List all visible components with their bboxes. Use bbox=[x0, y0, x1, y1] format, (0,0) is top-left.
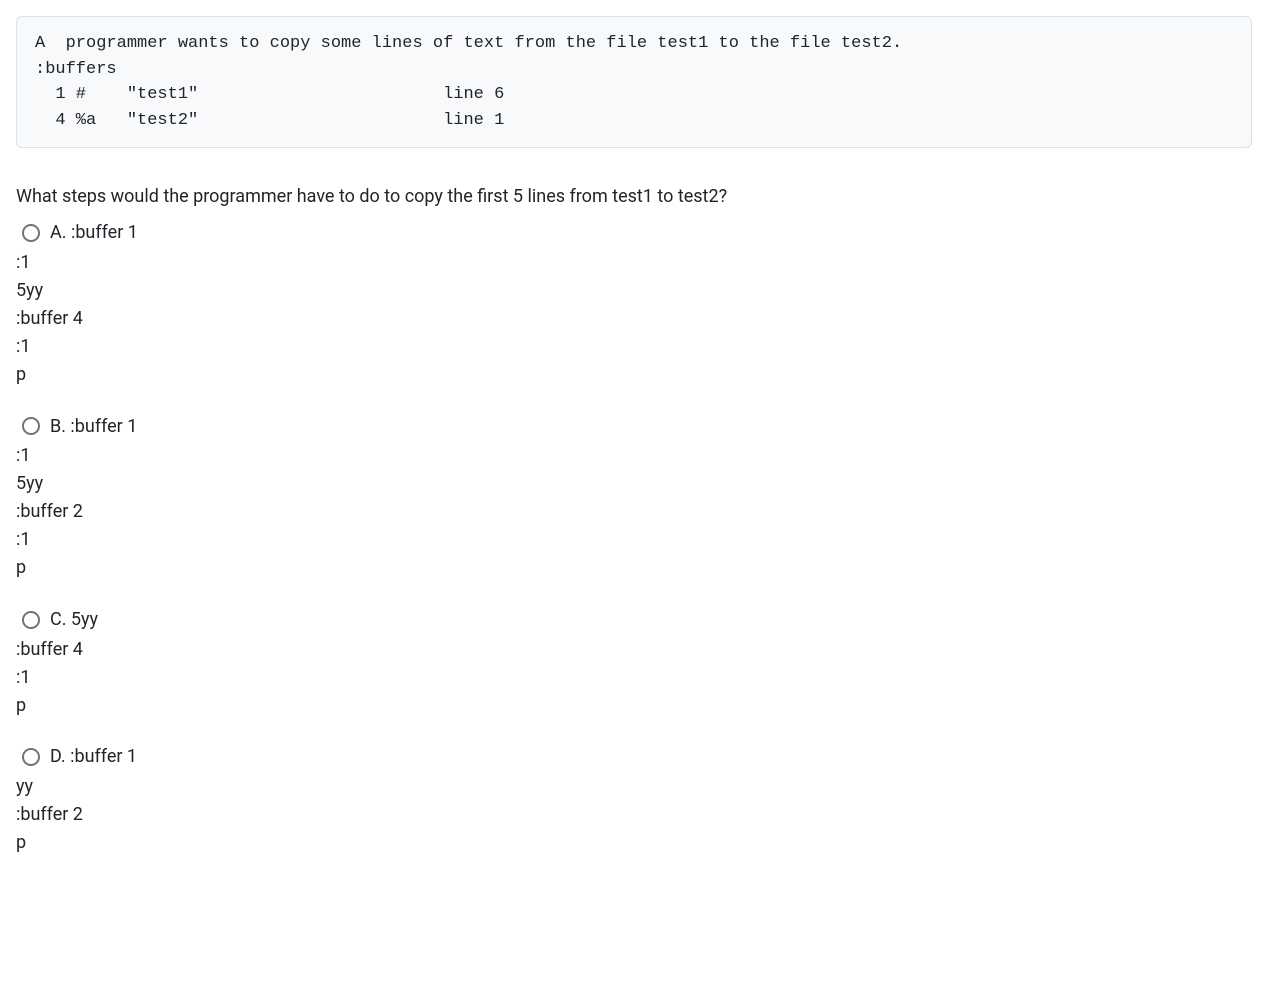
option-a: A. :buffer 1 :1 5yy :buffer 4 :1 p bbox=[16, 219, 1252, 388]
option-d-rest: yy :buffer 2 p bbox=[16, 773, 1252, 857]
radio-d[interactable] bbox=[22, 748, 40, 766]
option-a-rest: :1 5yy :buffer 4 :1 p bbox=[16, 249, 1252, 388]
option-c-rest: :buffer 4 :1 p bbox=[16, 636, 1252, 720]
radio-b[interactable] bbox=[22, 417, 40, 435]
option-d: D. :buffer 1 yy :buffer 2 p bbox=[16, 743, 1252, 857]
options-list: A. :buffer 1 :1 5yy :buffer 4 :1 p B. :b… bbox=[16, 219, 1252, 857]
question-text: What steps would the programmer have to … bbox=[16, 184, 1252, 209]
option-c: C. 5yy :buffer 4 :1 p bbox=[16, 606, 1252, 720]
radio-c[interactable] bbox=[22, 611, 40, 629]
option-d-first-line: D. :buffer 1 bbox=[50, 743, 137, 771]
option-c-first-line: C. 5yy bbox=[50, 606, 98, 634]
option-a-first-line: A. :buffer 1 bbox=[50, 219, 138, 247]
code-block: A programmer wants to copy some lines of… bbox=[16, 16, 1252, 148]
option-b: B. :buffer 1 :1 5yy :buffer 2 :1 p bbox=[16, 413, 1252, 582]
option-b-first-line: B. :buffer 1 bbox=[50, 413, 137, 441]
radio-a[interactable] bbox=[22, 224, 40, 242]
option-b-rest: :1 5yy :buffer 2 :1 p bbox=[16, 442, 1252, 581]
